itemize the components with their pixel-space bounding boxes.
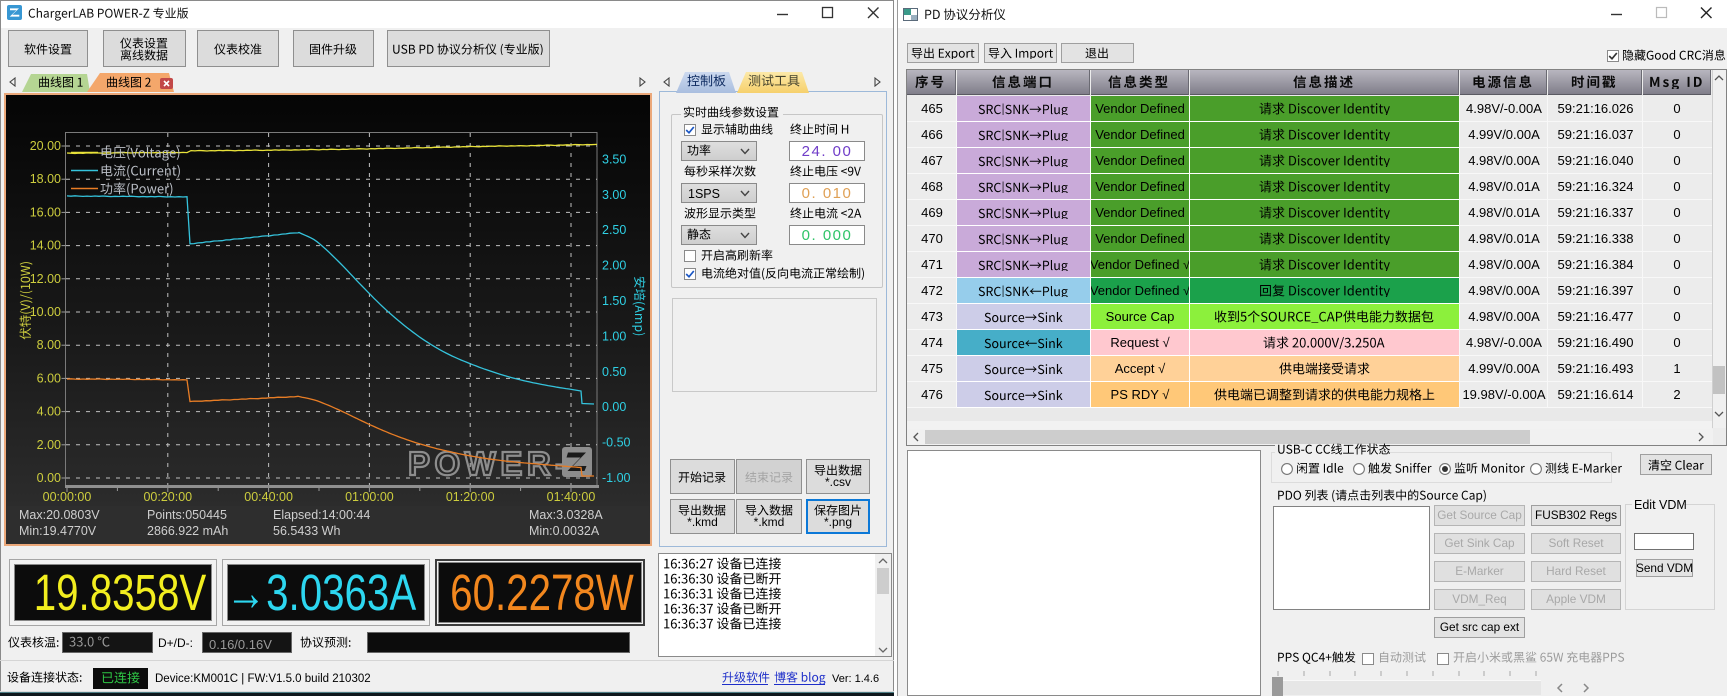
svg-text:2.50: 2.50 — [602, 223, 626, 237]
svg-text:18.00: 18.00 — [30, 172, 61, 186]
svg-text:01:40:00: 01:40:00 — [547, 490, 596, 504]
svg-text:0.00: 0.00 — [602, 400, 626, 414]
svg-text:2.00: 2.00 — [602, 259, 626, 273]
svg-text:6.00: 6.00 — [37, 371, 61, 385]
svg-text:-0.50: -0.50 — [602, 436, 631, 450]
svg-text:01:00:00: 01:00:00 — [345, 490, 394, 504]
svg-text:3.00: 3.00 — [602, 188, 626, 202]
svg-text:0.50: 0.50 — [602, 365, 626, 379]
svg-text:4.00: 4.00 — [37, 405, 61, 419]
svg-text:8.00: 8.00 — [37, 338, 61, 352]
svg-text:2866.922 mAh: 2866.922 mAh — [147, 524, 228, 538]
svg-text:1.00: 1.00 — [602, 329, 626, 343]
svg-text:Elapsed:14:00:44: Elapsed:14:00:44 — [273, 508, 370, 522]
svg-text:Max:20.0803V: Max:20.0803V — [19, 508, 100, 522]
svg-text:Points:050445: Points:050445 — [147, 508, 227, 522]
svg-text:POWER-: POWER- — [408, 445, 571, 482]
svg-text:Max:3.0328A: Max:3.0328A — [529, 508, 603, 522]
svg-text:-1.00: -1.00 — [602, 471, 631, 485]
svg-text:Min:19.4770V: Min:19.4770V — [19, 524, 97, 538]
svg-text:00:00:00: 00:00:00 — [43, 490, 92, 504]
svg-text:00:40:00: 00:40:00 — [244, 490, 293, 504]
svg-text:00:20:00: 00:20:00 — [143, 490, 192, 504]
svg-text:14.00: 14.00 — [30, 239, 61, 253]
svg-text:20.00: 20.00 — [30, 139, 61, 153]
svg-text:3.50: 3.50 — [602, 152, 626, 166]
svg-text:Min:0.0032A: Min:0.0032A — [529, 524, 600, 538]
svg-text:56.5433 Wh: 56.5433 Wh — [273, 524, 340, 538]
svg-text:0.00: 0.00 — [37, 471, 61, 485]
svg-text:2.00: 2.00 — [37, 438, 61, 452]
svg-text:01:20:00: 01:20:00 — [446, 490, 495, 504]
svg-text:16.00: 16.00 — [30, 205, 61, 219]
svg-text:1.50: 1.50 — [602, 294, 626, 308]
